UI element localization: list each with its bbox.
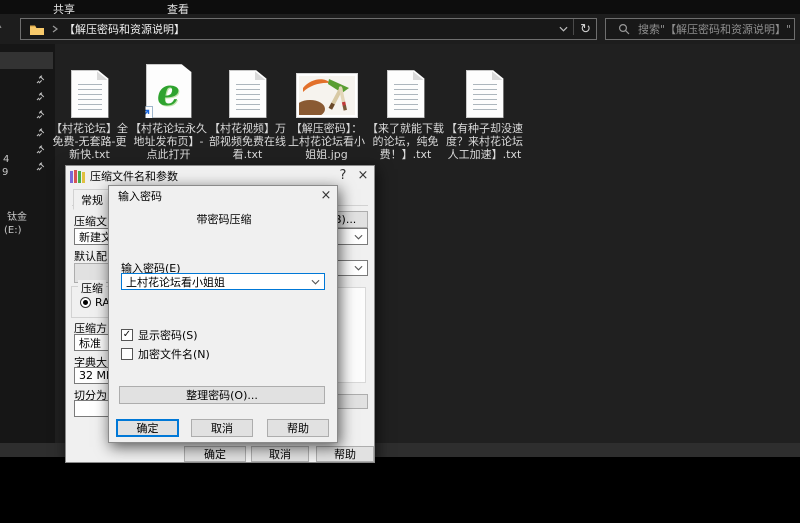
password-titlebar[interactable]: 输入密码 ×	[109, 186, 337, 206]
text-file-icon	[466, 70, 504, 118]
pin-icon	[36, 92, 45, 101]
folder-icon	[29, 23, 45, 36]
file-name: 【村花论坛永久地址发布页】-点此打开	[129, 122, 209, 161]
organize-passwords-button[interactable]: 整理密码(O)...	[119, 386, 325, 404]
password-dialog-title: 输入密码	[118, 188, 162, 204]
show-password-checkbox[interactable]: ✓ 显示密码(S)	[121, 327, 198, 343]
text-file-icon	[71, 70, 109, 118]
rar-radio[interactable]: RA	[80, 296, 110, 309]
ok-button[interactable]: 确定	[184, 446, 246, 462]
address-bar[interactable]: 【解压密码和资源说明】 ↻	[20, 18, 597, 40]
shortcut-arrow-icon	[140, 106, 153, 119]
chevron-down-icon	[354, 265, 363, 271]
tab-general[interactable]: 常规	[73, 189, 111, 210]
encrypt-filenames-checkbox[interactable]: 加密文件名(N)	[121, 346, 210, 362]
password-value: 上村花论坛看小姐姐	[126, 274, 225, 290]
refresh-button[interactable]: ↻	[580, 19, 591, 39]
file-name: 【村花视频】万部视频免费在线看.txt	[208, 122, 288, 161]
show-password-label: 显示密码(S)	[138, 327, 198, 343]
password-dialog: 输入密码 × 带密码压缩 输入密码(E) 上村花论坛看小姐姐 ✓ 显示密码(S)…	[108, 185, 338, 443]
pin-icon	[36, 128, 45, 137]
nav-item-fragment[interactable]: 4	[3, 154, 9, 165]
search-placeholder: 搜索"【解压密码和资源说明】"	[638, 21, 791, 37]
chevron-down-icon	[559, 26, 568, 32]
pin-icon	[36, 110, 45, 119]
winrar-icon	[70, 170, 85, 183]
text-file-icon	[229, 70, 267, 118]
divider	[573, 19, 574, 35]
cancel-button[interactable]: 取消	[191, 419, 253, 437]
navigation-pane: 4 9 钛金 (E:)	[0, 44, 55, 443]
archive-name-label: 压缩文	[74, 213, 107, 229]
checkbox-unchecked-icon	[121, 348, 133, 360]
nav-item-fragment[interactable]: (E:)	[4, 225, 22, 236]
winrar-titlebar[interactable]: 压缩文件名和参数 ? ×	[66, 166, 374, 186]
nav-item-fragment[interactable]: 钛金	[7, 208, 27, 223]
winrar-title: 压缩文件名和参数	[90, 168, 178, 184]
chevron-down-icon	[354, 234, 363, 240]
ribbon-bar: 共享 查看	[0, 0, 800, 14]
image-thumbnail-icon	[296, 73, 358, 118]
archive-format-group-label: 压缩	[78, 280, 106, 296]
breadcrumb-chevron-icon	[52, 25, 58, 33]
checkbox-checked-icon: ✓	[121, 329, 133, 341]
cancel-button[interactable]: 取消	[251, 446, 309, 462]
pin-icon	[36, 75, 45, 84]
password-input[interactable]: 上村花论坛看小姐姐	[121, 273, 325, 290]
file-name: 【有种子却没速度？来村花论坛人工加速】.txt	[445, 122, 525, 161]
compression-method-value: 标准	[79, 335, 101, 351]
file-item[interactable]: 【村花论坛】全免费-无套路-更新快.txt	[51, 56, 128, 161]
file-item[interactable]: 【村花视频】万部视频免费在线看.txt	[209, 56, 286, 161]
ok-button[interactable]: 确定	[116, 419, 179, 437]
search-box[interactable]: 搜索"【解压密码和资源说明】"	[605, 18, 795, 40]
pin-icon	[36, 145, 45, 154]
default-profile-label: 默认配	[74, 248, 107, 264]
toolbar: ˄ 【解压密码和资源说明】 ↻ 搜索"【解压密码和资源说明】"	[0, 14, 800, 44]
browser-shortcut-icon: e	[146, 64, 192, 118]
close-icon[interactable]: ×	[317, 188, 335, 204]
help-button[interactable]: ?	[334, 168, 352, 184]
file-item[interactable]: 【有种子却没速度？来村花论坛人工加速】.txt	[446, 56, 523, 161]
radio-icon	[80, 297, 91, 308]
text-file-icon	[387, 70, 425, 118]
file-item[interactable]: e 【村花论坛永久地址发布页】-点此打开	[130, 56, 207, 161]
chevron-down-icon	[311, 279, 320, 285]
up-button-fragment[interactable]: ˄	[0, 22, 3, 41]
file-name: 【来了就能下载的论坛，纯免费！】.txt	[366, 122, 446, 161]
control-fragment	[334, 394, 368, 409]
file-name: 【解压密码】：上村花论坛看小姐姐.jpg	[287, 122, 367, 161]
heading: 带密码压缩	[109, 211, 339, 227]
file-item[interactable]: 【来了就能下载的论坛，纯免费！】.txt	[367, 56, 444, 161]
nav-selected-item[interactable]	[0, 52, 53, 69]
help-button[interactable]: 帮助	[316, 446, 374, 462]
address-dropdown-button[interactable]	[559, 19, 568, 39]
search-icon	[618, 23, 630, 35]
help-button[interactable]: 帮助	[267, 419, 329, 437]
breadcrumb[interactable]: 【解压密码和资源说明】	[64, 21, 185, 37]
pin-icon	[36, 162, 45, 171]
nav-item-fragment[interactable]: 9	[2, 167, 8, 178]
file-item[interactable]: 【解压密码】：上村花论坛看小姐姐.jpg	[288, 56, 365, 161]
encrypt-filenames-label: 加密文件名(N)	[138, 346, 210, 362]
file-name: 【村花论坛】全免费-无套路-更新快.txt	[50, 122, 130, 161]
close-icon[interactable]: ×	[354, 168, 372, 184]
